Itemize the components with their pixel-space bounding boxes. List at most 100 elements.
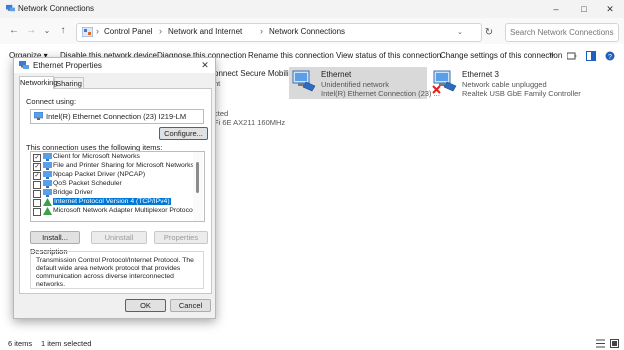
ethernet3-status: Network cable unplugged <box>462 80 547 89</box>
address-row: ← → ⌄ ↑ › Control Panel › Network and In… <box>0 18 624 44</box>
networking-panel: Connect using: Intel(R) Ethernet Connect… <box>19 88 212 294</box>
ethernet-name: Ethernet <box>321 70 352 79</box>
control-panel-icon <box>82 27 93 37</box>
description-text: Transmission Control Protocol/Internet P… <box>36 257 194 288</box>
svg-text:?: ? <box>608 54 612 61</box>
item-checkbox[interactable]: ✓ <box>33 163 41 171</box>
configure-button[interactable]: Configure... <box>159 127 208 140</box>
item-checkbox[interactable] <box>33 181 41 189</box>
ok-button[interactable]: OK <box>125 299 166 312</box>
dialog-close-button[interactable]: ✕ <box>198 59 212 72</box>
change-settings-button[interactable]: Change settings of this connection <box>440 51 562 60</box>
item-label: Microsoft Network Adapter Multiplexor Pr… <box>53 207 195 214</box>
recent-locations-chevron-icon[interactable]: ⌄ <box>40 24 54 38</box>
item-label: Npcap Packet Driver (NPCAP) <box>53 171 146 178</box>
bridge-driver-icon <box>43 189 52 197</box>
list-scroll-thumb[interactable] <box>196 162 199 193</box>
vpn-connection-name[interactable]: onnect Secure Mobility <box>214 69 295 78</box>
packet-driver-icon <box>43 171 52 179</box>
ethernet3-device: Realtek USB GbE Family Controller <box>462 89 581 98</box>
title-bar: Network Connections – □ ✕ <box>0 0 624 18</box>
item-checkbox[interactable] <box>33 199 41 207</box>
dialog-title-bar: Ethernet Properties ✕ <box>14 58 215 73</box>
list-item[interactable]: Bridge Driver <box>31 189 189 198</box>
close-button[interactable]: ✕ <box>596 0 624 18</box>
search-box[interactable] <box>505 23 619 42</box>
refresh-icon[interactable]: ↻ <box>482 26 496 40</box>
adapter-field: Intel(R) Ethernet Connection (23) I219-L… <box>30 109 204 124</box>
item-label: QoS Packet Scheduler <box>53 180 122 187</box>
vertical-scrollbar[interactable] <box>614 64 624 336</box>
minimize-button[interactable]: – <box>542 0 570 18</box>
ethernet-adapter-icon <box>292 70 316 92</box>
item-label: Internet Protocol Version 4 (TCP/IPv4) <box>53 198 171 205</box>
breadcrumb-control-panel[interactable]: Control Panel <box>104 27 152 36</box>
components-list[interactable]: ✓ Client for Microsoft Networks ✓ File a… <box>30 151 205 222</box>
list-item[interactable]: Microsoft Network Adapter Multiplexor Pr… <box>31 207 194 216</box>
rename-button[interactable]: Rename this connection <box>248 51 334 60</box>
protocol-icon <box>43 198 52 206</box>
dialog-network-icon <box>19 61 29 69</box>
ethernet3-name: Ethernet 3 <box>462 70 499 79</box>
details-view-icon[interactable] <box>596 339 605 348</box>
list-scrollbar[interactable] <box>193 152 203 221</box>
protocol-icon <box>43 207 52 215</box>
disconnected-x-icon <box>432 85 441 94</box>
properties-button[interactable]: Properties <box>154 231 208 244</box>
back-arrow-icon[interactable]: ← <box>7 24 21 38</box>
help-icon[interactable]: ? <box>605 51 615 61</box>
window-title: Network Connections <box>18 4 95 13</box>
wifi-connection-device: Fi 6E AX211 160MHz <box>214 118 286 127</box>
forward-arrow-icon[interactable]: → <box>24 24 38 38</box>
maximize-button[interactable]: □ <box>570 0 598 18</box>
list-item[interactable]: ✓ Client for Microsoft Networks <box>31 153 189 162</box>
item-label: File and Printer Sharing for Microsoft N… <box>53 162 194 169</box>
dialog-title: Ethernet Properties <box>33 61 102 70</box>
network-connections-icon <box>6 4 15 12</box>
qos-scheduler-icon <box>43 180 52 188</box>
item-checkbox[interactable]: ✓ <box>33 172 41 180</box>
breadcrumb-separator: › <box>96 26 99 36</box>
item-count: 6 items <box>8 339 33 348</box>
cancel-button[interactable]: Cancel <box>170 299 211 312</box>
list-item[interactable]: QoS Packet Scheduler <box>31 180 189 189</box>
address-bar[interactable]: › Control Panel › Network and Internet ›… <box>76 23 482 42</box>
item-checkbox[interactable]: ✓ <box>33 154 41 162</box>
item-checkbox[interactable] <box>33 208 41 216</box>
tab-networking[interactable]: Networking <box>19 76 58 89</box>
status-bar: 6 items 1 item selected <box>0 336 624 350</box>
ethernet-connection-tile[interactable]: Ethernet Unidentified network Intel(R) E… <box>289 67 440 99</box>
selection-count: 1 item selected <box>41 339 92 348</box>
tiles-view-icon[interactable] <box>610 339 619 348</box>
address-dropdown-icon[interactable]: ⌄ <box>457 28 463 36</box>
description-group: Transmission Control Protocol/Internet P… <box>30 251 204 289</box>
breadcrumb-network-connections[interactable]: Network Connections <box>269 27 345 36</box>
view-options-icon[interactable] <box>567 51 577 61</box>
breadcrumb-separator: › <box>260 26 263 36</box>
preview-pane-icon[interactable] <box>586 51 596 61</box>
view-status-button[interactable]: View status of this connection <box>336 51 441 60</box>
list-item[interactable]: ✓ File and Printer Sharing for Microsoft… <box>31 162 194 171</box>
up-arrow-icon[interactable]: ↑ <box>56 24 70 38</box>
ethernet-device: Intel(R) Ethernet Connection (23) ... <box>321 89 440 98</box>
item-label: Client for Microsoft Networks <box>53 153 140 160</box>
uninstall-button[interactable]: Uninstall <box>91 231 147 244</box>
ethernet-properties-dialog: Ethernet Properties ✕ Networking Sharing… <box>13 57 216 319</box>
list-item[interactable]: Internet Protocol Version 4 (TCP/IPv4) <box>31 198 189 207</box>
item-checkbox[interactable] <box>33 190 41 198</box>
adapter-icon <box>34 112 43 120</box>
list-item[interactable]: ✓ Npcap Packet Driver (NPCAP) <box>31 171 189 180</box>
more-commands-button[interactable]: » <box>549 49 554 59</box>
item-label: Bridge Driver <box>53 189 93 196</box>
file-sharing-icon <box>43 162 52 170</box>
search-input[interactable] <box>510 26 614 38</box>
install-button[interactable]: Install... <box>30 231 80 244</box>
breadcrumb-network-and-internet[interactable]: Network and Internet <box>168 27 242 36</box>
ethernet-status: Unidentified network <box>321 80 389 89</box>
wifi-connection-status: cted <box>214 109 229 118</box>
breadcrumb-separator: › <box>159 26 162 36</box>
client-network-icon <box>43 153 52 161</box>
ethernet3-connection-tile[interactable]: Ethernet 3 Network cable unplugged Realt… <box>430 67 581 99</box>
connect-using-label: Connect using: <box>26 97 77 106</box>
adapter-name: Intel(R) Ethernet Connection (23) I219-L… <box>46 112 187 121</box>
